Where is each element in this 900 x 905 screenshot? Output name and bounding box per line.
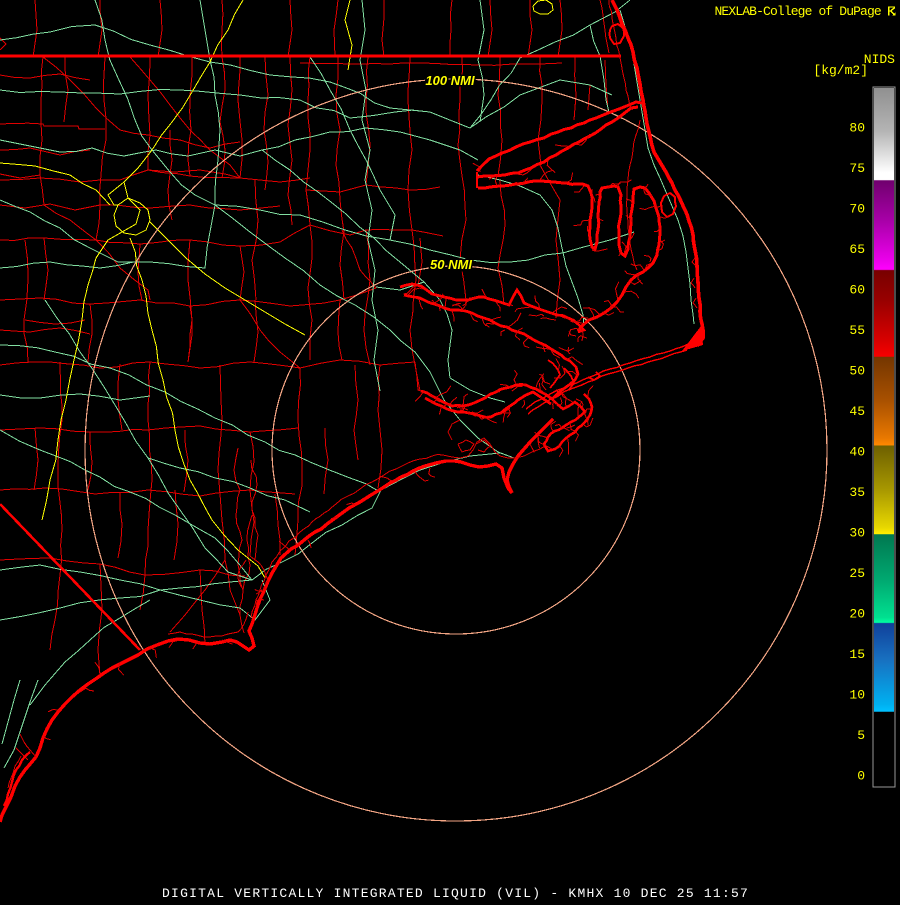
svg-text:65: 65 (849, 242, 865, 257)
svg-text:55: 55 (849, 323, 865, 338)
svg-text:[kg/m2]: [kg/m2] (813, 63, 868, 78)
svg-text:80: 80 (849, 121, 865, 136)
svg-text:25: 25 (849, 566, 865, 581)
svg-text:45: 45 (849, 404, 865, 419)
svg-text:DIGITAL VERTICALLY INTEGRATED: DIGITAL VERTICALLY INTEGRATED LIQUID (VI… (162, 886, 749, 900)
svg-text:15: 15 (849, 647, 865, 662)
svg-text:100 NMI: 100 NMI (425, 73, 475, 88)
svg-text:75: 75 (849, 161, 865, 176)
svg-text:60: 60 (849, 283, 865, 298)
svg-text:70: 70 (849, 202, 865, 217)
svg-text:35: 35 (849, 485, 865, 500)
svg-text:0: 0 (857, 769, 865, 784)
svg-text:5: 5 (857, 728, 865, 743)
svg-text:NIDS: NIDS (864, 52, 895, 67)
svg-text:30: 30 (849, 526, 865, 541)
svg-text:NEXLAB-College of DuPage: NEXLAB-College of DuPage (715, 4, 881, 19)
svg-text:20: 20 (849, 607, 865, 622)
svg-text:50 NMI: 50 NMI (430, 257, 472, 272)
svg-text:50: 50 (849, 364, 865, 379)
svg-text:40: 40 (849, 445, 865, 460)
svg-text:10: 10 (849, 688, 865, 703)
